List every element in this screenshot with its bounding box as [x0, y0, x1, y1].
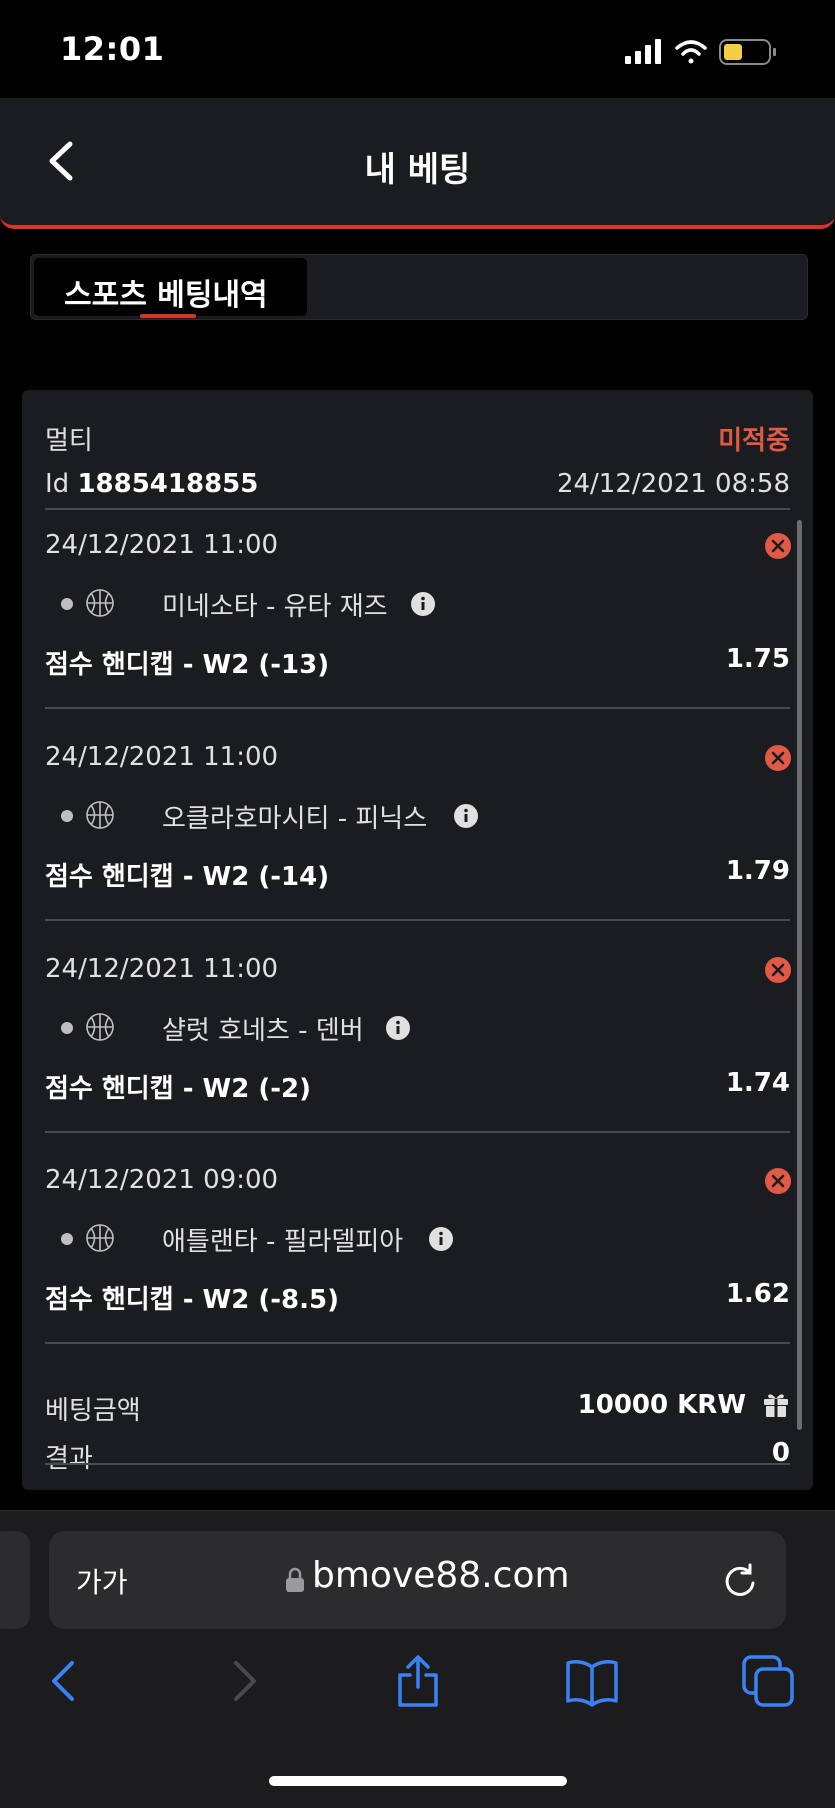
book-icon	[566, 1660, 618, 1707]
bet-id: Id 1885418855	[45, 469, 258, 499]
divider	[45, 1463, 790, 1465]
browser-forward-button[interactable]	[216, 1653, 272, 1709]
reload-icon[interactable]	[720, 1561, 760, 1601]
bet-id-label: Id	[45, 469, 70, 499]
bet-selection: 24/12/2021 11:00 샬럿 호네츠 - 덴버 점수 핸디캡 - W2…	[45, 934, 791, 1144]
match-teams: 미네소타 - 유타 재즈	[162, 592, 388, 622]
basketball-icon	[86, 589, 114, 617]
divider	[45, 1131, 790, 1133]
bullet-dot	[61, 810, 73, 822]
divider	[45, 707, 790, 709]
tab-sports-bet-history[interactable]: 스포츠 베팅내역	[34, 258, 307, 318]
bet-selection: 24/12/2021 11:00 오클라호마시티 - 피닉스 점수 핸디캡 - …	[45, 722, 791, 932]
match-date: 24/12/2021 11:00	[45, 530, 279, 560]
bookmarks-button[interactable]	[564, 1653, 620, 1709]
match-teams-row: 오클라호마시티 - 피닉스	[45, 796, 745, 836]
x-circle-icon[interactable]	[764, 744, 792, 772]
divider	[45, 1342, 790, 1344]
tab-bar: 스포츠 베팅내역	[30, 254, 808, 320]
status-bar: 12:01	[0, 0, 835, 98]
bet-selection: 24/12/2021 09:00 애틀랜타 - 필라델피아 점수 핸디캡 - W…	[45, 1145, 791, 1355]
odds-value: 1.79	[725, 856, 790, 886]
match-teams-row: 샬럿 호네츠 - 덴버	[45, 1008, 745, 1048]
battery-icon	[719, 39, 776, 65]
odds-value: 1.74	[725, 1068, 790, 1098]
match-teams-row: 미네소타 - 유타 재즈	[45, 584, 745, 624]
chevron-right-icon	[234, 1661, 256, 1701]
bullet-dot	[61, 598, 73, 610]
basketball-icon	[86, 1013, 114, 1041]
match-date: 24/12/2021 11:00	[45, 954, 279, 984]
info-icon[interactable]	[429, 1227, 453, 1251]
basketball-icon	[86, 1224, 114, 1252]
x-circle-icon[interactable]	[764, 956, 792, 984]
match-teams: 샬럿 호네츠 - 덴버	[162, 1016, 364, 1046]
tab-active-indicator	[140, 314, 196, 318]
chevron-left-icon	[52, 1661, 74, 1701]
stake-label: 베팅금액	[45, 1396, 141, 1426]
tab-label: 스포츠 베팅내역	[64, 278, 268, 313]
wifi-icon	[675, 40, 707, 64]
market-name: 점수 핸디캡 - W2 (-8.5)	[45, 1285, 339, 1315]
odds-value: 1.62	[725, 1279, 790, 1309]
match-teams: 애틀랜타 - 필라델피아	[162, 1227, 404, 1257]
share-icon	[398, 1655, 438, 1707]
market-name: 점수 핸디캡 - W2 (-2)	[45, 1074, 312, 1104]
reader-text-size-button[interactable]: 가가	[76, 1561, 128, 1601]
bet-status-badge: 미적중	[718, 426, 790, 456]
info-icon[interactable]	[411, 592, 435, 616]
x-circle-icon[interactable]	[764, 532, 792, 560]
market-name: 점수 핸디캡 - W2 (-13)	[45, 650, 330, 680]
tabs-icon	[742, 1655, 794, 1707]
info-icon[interactable]	[454, 804, 478, 828]
divider	[45, 919, 790, 921]
bet-id-value: 1885418855	[77, 469, 259, 499]
market-name: 점수 핸디캡 - W2 (-14)	[45, 862, 330, 892]
bet-card: 멀티 미적중 Id 1885418855 24/12/2021 08:58 24…	[22, 390, 813, 1490]
scrollbar[interactable]	[797, 520, 802, 1430]
home-indicator[interactable]	[269, 1776, 567, 1786]
result-label: 결과	[45, 1444, 93, 1474]
info-icon[interactable]	[386, 1016, 410, 1040]
previous-tab-preview[interactable]	[0, 1531, 30, 1629]
status-icons	[625, 39, 776, 65]
app-header: 내 베팅	[0, 98, 835, 229]
match-date: 24/12/2021 09:00	[45, 1165, 279, 1195]
basketball-icon	[86, 801, 114, 829]
bet-placed-date: 24/12/2021 08:58	[556, 469, 790, 499]
signal-icon	[625, 39, 661, 64]
gift-icon[interactable]	[762, 1390, 790, 1418]
x-circle-icon[interactable]	[764, 1167, 792, 1195]
match-date: 24/12/2021 11:00	[45, 742, 279, 772]
stake-value: 10000 KRW	[577, 1390, 746, 1420]
bet-type: 멀티	[45, 426, 93, 456]
bullet-dot	[61, 1233, 73, 1245]
lock-icon	[286, 1567, 304, 1592]
match-teams: 오클라호마시티 - 피닉스	[162, 804, 428, 834]
address-bar[interactable]: 가가 bmove88.com	[49, 1531, 786, 1629]
status-time: 12:01	[60, 30, 165, 68]
match-teams-row: 애틀랜타 - 필라델피아	[45, 1219, 745, 1259]
page-title: 내 베팅	[364, 150, 471, 190]
browser-toolbar: 가가 bmove88.com	[0, 1510, 835, 1808]
browser-back-button[interactable]	[36, 1653, 92, 1709]
bet-selection: 24/12/2021 11:00 미네소타 - 유타 재즈 점수 핸디캡 - W…	[45, 510, 791, 720]
share-button[interactable]	[390, 1653, 446, 1709]
tabs-button[interactable]	[740, 1653, 796, 1709]
url-text[interactable]: bmove88.com	[312, 1555, 570, 1596]
bullet-dot	[61, 1022, 73, 1034]
odds-value: 1.75	[725, 644, 790, 674]
